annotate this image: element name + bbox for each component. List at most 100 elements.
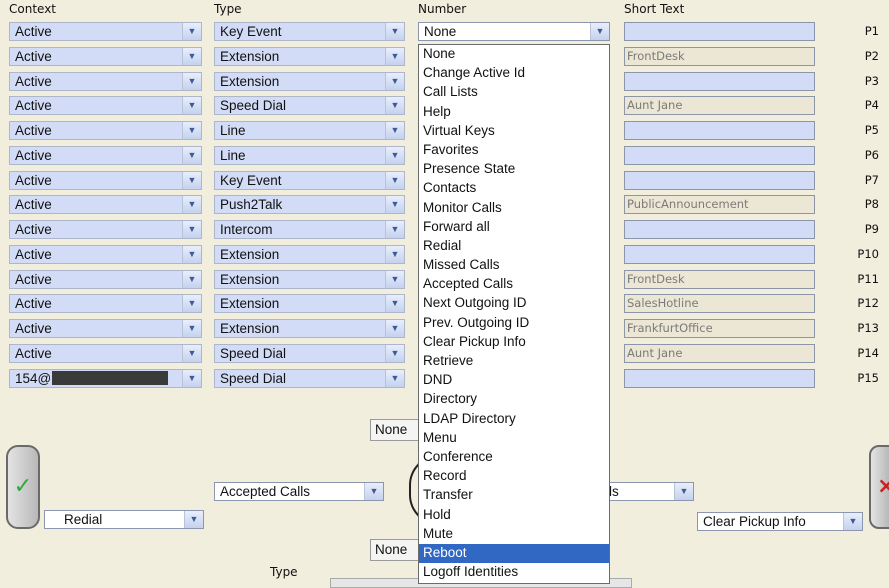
type-select[interactable]: Line ▼ xyxy=(214,121,405,140)
dropdown-option[interactable]: Favorites xyxy=(419,141,609,160)
number-select[interactable]: None ▼ xyxy=(418,22,610,41)
dropdown-option[interactable]: Prev. Outgoing ID xyxy=(419,314,609,333)
dropdown-option[interactable]: Accepted Calls xyxy=(419,275,609,294)
dropdown-option[interactable]: Forward all xyxy=(419,218,609,237)
chevron-down-icon: ▼ xyxy=(843,513,862,530)
key-label: P5 xyxy=(864,123,879,137)
short-text-input[interactable] xyxy=(624,220,815,239)
select-value: ls xyxy=(609,484,619,499)
dropdown-option[interactable]: LDAP Directory xyxy=(419,410,609,429)
chevron-down-icon: ▼ xyxy=(590,23,609,40)
short-text-input[interactable]: SalesHotline xyxy=(624,294,815,314)
dropdown-option[interactable]: Hold xyxy=(419,506,609,525)
context-select[interactable]: Active ▼ xyxy=(9,96,202,116)
type-value: Speed Dial xyxy=(220,345,287,361)
ok-key-button[interactable]: ✓ xyxy=(6,445,40,529)
context-value: 154@ xyxy=(15,370,52,386)
type-value: Key Event xyxy=(220,172,282,188)
chevron-down-icon: ▼ xyxy=(182,72,201,90)
short-text-input[interactable] xyxy=(624,71,815,91)
context-select[interactable]: Active ▼ xyxy=(9,145,202,165)
short-text-input[interactable] xyxy=(624,145,815,165)
dropdown-option[interactable]: Clear Pickup Info xyxy=(419,333,609,352)
dropdown-option[interactable]: Change Active Id xyxy=(419,64,609,83)
dropdown-option[interactable]: Redial xyxy=(419,237,609,256)
dropdown-option[interactable]: Help xyxy=(419,103,609,122)
context-select[interactable]: Active ▼ xyxy=(9,170,202,190)
chevron-down-icon: ▼ xyxy=(385,122,404,139)
type-select[interactable]: Speed Dial ▼ xyxy=(214,343,405,363)
context-value: Active xyxy=(15,345,52,361)
short-text-input[interactable]: FrontDesk xyxy=(624,46,815,66)
dropdown-option[interactable]: Record xyxy=(419,467,609,486)
short-text-input[interactable]: FrontDesk xyxy=(624,269,815,289)
dropdown-option[interactable]: Call Lists xyxy=(419,83,609,102)
chevron-down-icon: ▼ xyxy=(182,47,201,65)
dropdown-option[interactable]: Next Outgoing ID xyxy=(419,294,609,313)
short-text-input[interactable] xyxy=(624,121,815,140)
key-label: P3 xyxy=(864,73,879,88)
cancel-key-button[interactable]: × xyxy=(869,445,889,529)
clear-pickup-info-select[interactable]: Clear Pickup Info ▼ xyxy=(697,512,863,531)
chevron-down-icon: ▼ xyxy=(385,245,404,263)
dropdown-option[interactable]: Reboot xyxy=(419,543,609,564)
dropdown-option[interactable]: Conference xyxy=(419,448,609,467)
type-select[interactable]: Extension ▼ xyxy=(214,46,405,66)
dropdown-option[interactable]: Missed Calls xyxy=(419,256,609,275)
short-text-input[interactable] xyxy=(624,170,815,190)
context-value: Active xyxy=(15,48,52,64)
accepted-calls-select[interactable]: Accepted Calls ▼ xyxy=(214,482,384,501)
context-select[interactable]: Active ▼ xyxy=(9,244,202,264)
dropdown-option[interactable]: DND xyxy=(419,371,609,390)
type-select[interactable]: Speed Dial ▼ xyxy=(214,96,405,116)
type-select[interactable]: Line ▼ xyxy=(214,145,405,165)
dropdown-option[interactable]: Menu xyxy=(419,429,609,448)
context-select[interactable]: Active ▼ xyxy=(9,71,202,91)
dropdown-option[interactable]: Logoff Identities xyxy=(419,563,609,582)
dropdown-option[interactable]: Monitor Calls xyxy=(419,199,609,218)
context-select[interactable]: Active ▼ xyxy=(9,269,202,289)
context-select[interactable]: Active ▼ xyxy=(9,22,202,41)
dropdown-option[interactable]: Transfer xyxy=(419,486,609,505)
context-select[interactable]: Active ▼ xyxy=(9,319,202,338)
dropdown-option[interactable]: Contacts xyxy=(419,179,609,198)
short-text-input[interactable] xyxy=(624,244,815,264)
short-text-input[interactable] xyxy=(624,22,815,41)
dropdown-option[interactable]: Directory xyxy=(419,390,609,409)
type-value: Speed Dial xyxy=(220,370,287,386)
context-select[interactable]: Active ▼ xyxy=(9,121,202,140)
dropdown-option[interactable]: Mute xyxy=(419,525,609,544)
type-label: Type xyxy=(270,565,298,579)
context-select[interactable]: Active ▼ xyxy=(9,195,202,215)
redial-select[interactable]: Redial ▼ xyxy=(44,510,204,529)
short-text-input[interactable]: Aunt Jane xyxy=(624,343,815,363)
number-dropdown-list[interactable]: None Change Active Id Call Lists Help Virtua… xyxy=(418,44,610,584)
type-select[interactable]: Intercom ▼ xyxy=(214,220,405,239)
short-text-input[interactable]: FrankfurtOffice xyxy=(624,319,815,338)
type-select[interactable]: Key Event ▼ xyxy=(214,170,405,190)
chevron-down-icon: ▼ xyxy=(182,245,201,263)
context-select[interactable]: Active ▼ xyxy=(9,220,202,239)
short-text-input[interactable] xyxy=(624,368,815,388)
type-select[interactable]: Extension ▼ xyxy=(214,294,405,314)
type-select[interactable]: Key Event ▼ xyxy=(214,22,405,41)
type-select[interactable]: Extension ▼ xyxy=(214,71,405,91)
type-value: Line xyxy=(220,147,246,163)
chevron-down-icon: ▼ xyxy=(182,295,201,313)
type-select[interactable]: Extension ▼ xyxy=(214,319,405,338)
context-select[interactable]: 154@ ▼ xyxy=(9,368,202,388)
dropdown-option[interactable]: Retrieve xyxy=(419,352,609,371)
key-label: P2 xyxy=(864,48,879,63)
type-select[interactable]: Extension ▼ xyxy=(214,244,405,264)
short-text-input[interactable]: Aunt Jane xyxy=(624,96,815,116)
dropdown-option[interactable]: Presence State xyxy=(419,160,609,179)
type-select[interactable]: Extension ▼ xyxy=(214,269,405,289)
type-select[interactable]: Push2Talk ▼ xyxy=(214,195,405,215)
context-select[interactable]: Active ▼ xyxy=(9,343,202,363)
short-text-input[interactable]: PublicAnnouncement xyxy=(624,195,815,215)
dropdown-option[interactable]: None xyxy=(419,45,609,64)
context-select[interactable]: Active ▼ xyxy=(9,294,202,314)
type-select[interactable]: Speed Dial ▼ xyxy=(214,368,405,388)
dropdown-option[interactable]: Virtual Keys xyxy=(419,122,609,141)
context-select[interactable]: Active ▼ xyxy=(9,46,202,66)
